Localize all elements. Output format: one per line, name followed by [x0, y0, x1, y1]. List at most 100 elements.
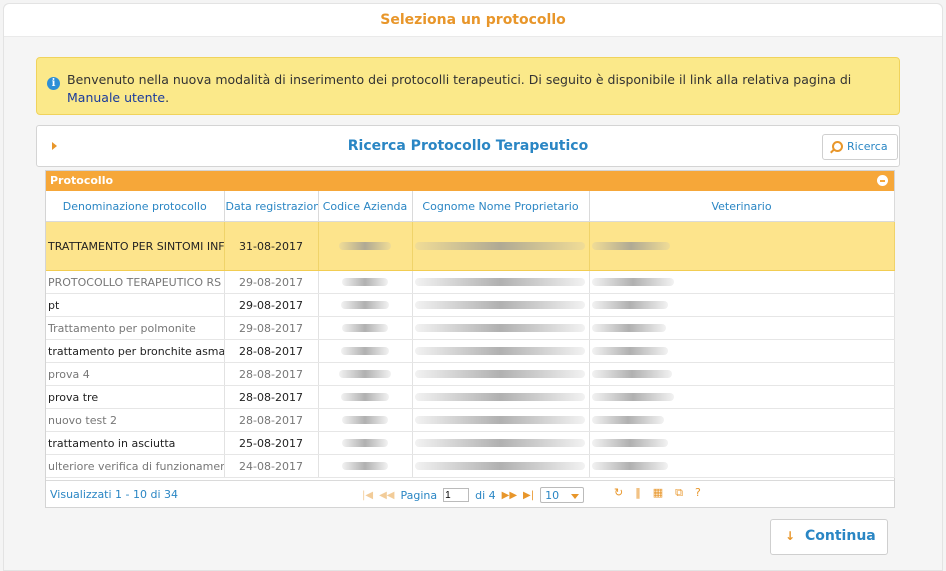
continue-button-label: Continua — [805, 528, 876, 544]
cell-date: 29-08-2017 — [224, 270, 319, 294]
records-info: Visualizzati 1 - 10 di 34 — [50, 488, 179, 501]
columns-icon[interactable]: ‖ — [635, 486, 641, 500]
cell-owner — [412, 408, 590, 432]
search-panel-header[interactable]: Ricerca Protocollo Terapeutico Ricerca — [36, 125, 900, 167]
page-title: Seleziona un protocollo — [380, 12, 566, 28]
search-icon — [832, 141, 843, 152]
cell-company-code — [318, 221, 413, 271]
page-number-input[interactable] — [443, 488, 470, 502]
last-page-icon[interactable]: ▶| — [523, 490, 534, 501]
cell-company-code — [318, 385, 413, 409]
cell-name: Trattamento per polmonite — [46, 316, 225, 340]
cell-date: 28-08-2017 — [224, 362, 319, 386]
title-bar: Seleziona un protocollo — [4, 4, 942, 37]
pager-controls: |◀ ◀◀ Pagina di 4 ▶▶ ▶| 10 — [362, 486, 585, 504]
cell-owner — [412, 221, 590, 271]
table-row[interactable]: ulteriore verifica di funzionamento 24-0… — [46, 454, 895, 478]
cell-veterinarian — [589, 221, 895, 271]
search-panel-title: Ricerca Protocollo Terapeutico — [347, 138, 589, 154]
table-row[interactable]: trattamento per bronchite asmatica 28-08… — [46, 339, 895, 363]
cell-owner — [412, 454, 590, 478]
cell-name: PROTOCOLLO TERAPEUTICO RS — [46, 270, 225, 294]
help-icon[interactable]: ? — [695, 486, 701, 500]
search-button-label: Ricerca — [847, 140, 888, 153]
cell-name: prova tre — [46, 385, 225, 409]
cell-name: trattamento in asciutta — [46, 431, 225, 455]
column-header-date[interactable]: Data registrazione — [224, 191, 319, 222]
table-row[interactable]: nuovo test 2 28-08-2017 — [46, 408, 895, 432]
cell-name: ulteriore verifica di funzionamento — [46, 454, 225, 478]
cell-owner — [412, 362, 590, 386]
cell-company-code — [318, 362, 413, 386]
table-row[interactable]: Trattamento per polmonite 29-08-2017 — [46, 316, 895, 340]
cell-veterinarian — [589, 293, 895, 317]
table-row[interactable]: prova tre 28-08-2017 — [46, 385, 895, 409]
cell-veterinarian — [589, 362, 895, 386]
cell-company-code — [318, 316, 413, 340]
column-header-name[interactable]: Denominazione protocollo — [46, 191, 225, 222]
page-size-select[interactable]: 10 — [540, 487, 585, 503]
info-banner: i Benvenuto nella nuova modalità di inse… — [36, 57, 900, 115]
continue-button[interactable]: ↓ Continua — [770, 519, 888, 555]
grid-header-row: Denominazione protocollo Data registrazi… — [46, 191, 895, 222]
export-icon[interactable]: ⧉ — [675, 486, 683, 500]
cell-company-code — [318, 454, 413, 478]
table-row[interactable]: PROTOCOLLO TERAPEUTICO RS 29-08-2017 — [46, 270, 895, 294]
cell-date: 28-08-2017 — [224, 408, 319, 432]
table-row[interactable]: prova 4 28-08-2017 — [46, 362, 895, 386]
grid-table: Denominazione protocollo Data registrazi… — [46, 191, 895, 478]
pager-tools: ↻ ‖ ▦ ⧉ ? — [614, 486, 701, 500]
cell-name: trattamento per bronchite asmatica — [46, 339, 225, 363]
cell-company-code — [318, 408, 413, 432]
cell-owner — [412, 339, 590, 363]
arrow-down-icon: ↓ — [785, 529, 796, 543]
cell-date: 29-08-2017 — [224, 316, 319, 340]
info-banner-message: Benvenuto nella nuova modalità di inseri… — [67, 72, 852, 87]
page-count-label: di 4 — [475, 488, 496, 502]
prev-page-icon[interactable]: ◀◀ — [379, 490, 394, 501]
cell-name: TRATTAMENTO PER SINTOMI INFIAMMATORI — [46, 221, 225, 271]
grid-caption-label: Protocollo — [50, 174, 114, 187]
cell-veterinarian — [589, 316, 895, 340]
cell-name: prova 4 — [46, 362, 225, 386]
table-row[interactable]: trattamento in asciutta 25-08-2017 — [46, 431, 895, 455]
refresh-icon[interactable]: ↻ — [614, 486, 623, 500]
column-header-company-code[interactable]: Codice Azienda — [318, 191, 413, 222]
cell-owner — [412, 293, 590, 317]
cell-veterinarian — [589, 408, 895, 432]
grid-pager: Visualizzati 1 - 10 di 34 |◀ ◀◀ Pagina d… — [46, 480, 894, 507]
page-label: Pagina — [400, 488, 438, 502]
info-icon: i — [47, 77, 60, 90]
column-header-veterinarian[interactable]: Veterinario — [589, 191, 895, 222]
manual-link[interactable]: Manuale utente — [67, 90, 165, 105]
cell-company-code — [318, 270, 413, 294]
next-page-icon[interactable]: ▶▶ — [502, 490, 517, 501]
search-button[interactable]: Ricerca — [822, 134, 898, 160]
cell-owner — [412, 431, 590, 455]
cell-veterinarian — [589, 385, 895, 409]
first-page-icon[interactable]: |◀ — [362, 490, 373, 501]
table-icon[interactable]: ▦ — [653, 486, 663, 500]
cell-date: 25-08-2017 — [224, 431, 319, 455]
cell-owner — [412, 385, 590, 409]
cell-date: 24-08-2017 — [224, 454, 319, 478]
cell-date: 28-08-2017 — [224, 339, 319, 363]
cell-name: nuovo test 2 — [46, 408, 225, 432]
cell-veterinarian — [589, 270, 895, 294]
cell-owner — [412, 316, 590, 340]
collapse-icon[interactable] — [877, 175, 888, 186]
grid-caption: Protocollo — [46, 171, 894, 191]
cell-company-code — [318, 293, 413, 317]
column-header-owner[interactable]: Cognome Nome Proprietario — [412, 191, 590, 222]
page-size-value: 10 — [545, 489, 560, 502]
protocol-grid: Protocollo Denominazione protocollo Data… — [45, 170, 895, 508]
cell-veterinarian — [589, 339, 895, 363]
cell-company-code — [318, 339, 413, 363]
table-row[interactable]: TRATTAMENTO PER SINTOMI INFIAMMATORI 31-… — [46, 221, 895, 271]
cell-company-code — [318, 431, 413, 455]
info-banner-text: Benvenuto nella nuova modalità di inseri… — [67, 71, 887, 107]
cell-name: pt — [46, 293, 225, 317]
cell-date: 28-08-2017 — [224, 385, 319, 409]
cell-date: 31-08-2017 — [224, 221, 319, 271]
table-row[interactable]: pt 29-08-2017 — [46, 293, 895, 317]
